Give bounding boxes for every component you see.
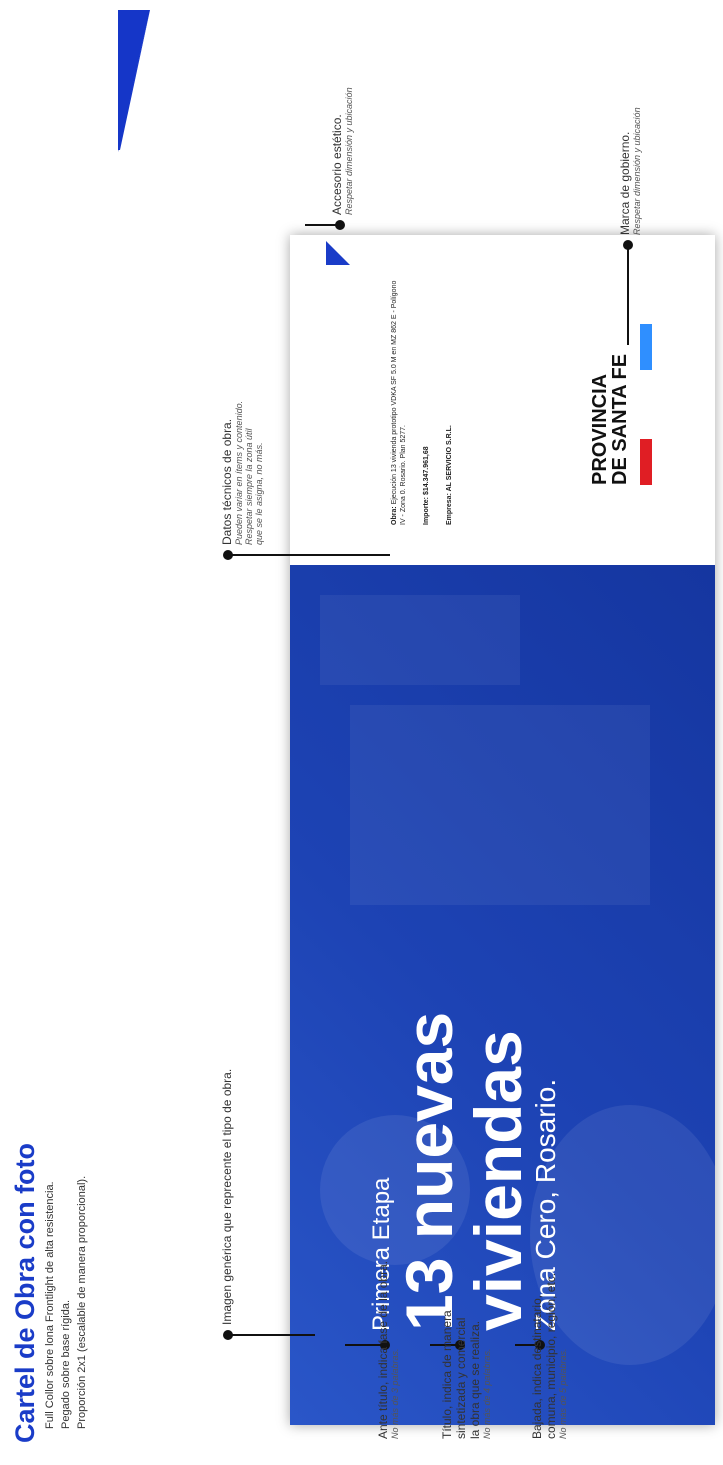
annotation-image-text: Imagen genérica que reprecente el tipo d…	[220, 1068, 234, 1325]
annotation-tech-text: Datos técnicos de obra.	[220, 418, 234, 545]
annotation-accessory-text: Accesorio estético.	[330, 114, 344, 215]
annotation-image: Imagen genérica que reprecente el tipo d…	[220, 1069, 234, 1325]
annotation-tech-note1: Pueden variar en ítems y contenido.	[234, 400, 244, 545]
annotation-subtitle-note: No más de 5 palabras.	[558, 1348, 568, 1439]
annotation-brand-note: Respetar dimensión y ubicación	[632, 107, 642, 235]
annotation-title-note: No más de 4 palabras.	[482, 1348, 492, 1439]
annotation-title-line1: Título, indica de manera	[440, 1310, 454, 1439]
annotation-subtitle-line1: Bajada, indica destinatario,	[530, 1294, 544, 1439]
annotation-title: Título, indica de manera sintetizada y c…	[440, 1310, 492, 1439]
annotation-pretitle-text: Ante título, indica fase de la obra.	[376, 1260, 390, 1439]
annotation-title-line2: sintetizada y comercial	[454, 1317, 468, 1439]
annotation-tech-note2: Respetar siempre la zona útil	[244, 428, 254, 545]
annotation-title-line3: la obra que se realiza.	[468, 1320, 482, 1439]
annotation-pretitle-note: No más de 3 palabras.	[390, 1348, 400, 1439]
annotation-leaders	[223, 220, 633, 1350]
spec-sheet: Cartel de Obra con foto Full Collor sobr…	[0, 0, 723, 1465]
annotation-subtitle: Bajada, indica destinatario, comuna, mun…	[530, 1273, 568, 1439]
annotation-subtitle-line2: comuna, municipio, región, etc.	[544, 1272, 558, 1439]
annotation-brand-text: Marca de gobierno.	[618, 131, 632, 235]
annotation-accessory-note: Respetar dimensión y ubicación	[344, 87, 354, 215]
annotation-tech: Datos técnicos de obra. Pueden variar en…	[220, 401, 264, 545]
annotation-pretitle: Ante título, indica fase de la obra. No …	[376, 1261, 400, 1439]
annotation-brand: Marca de gobierno. Respetar dimensión y …	[618, 107, 642, 235]
annotation-tech-note3: que se le asigna, no más.	[254, 442, 264, 545]
annotation-accessory: Accesorio estético. Respetar dimensión y…	[330, 87, 354, 215]
